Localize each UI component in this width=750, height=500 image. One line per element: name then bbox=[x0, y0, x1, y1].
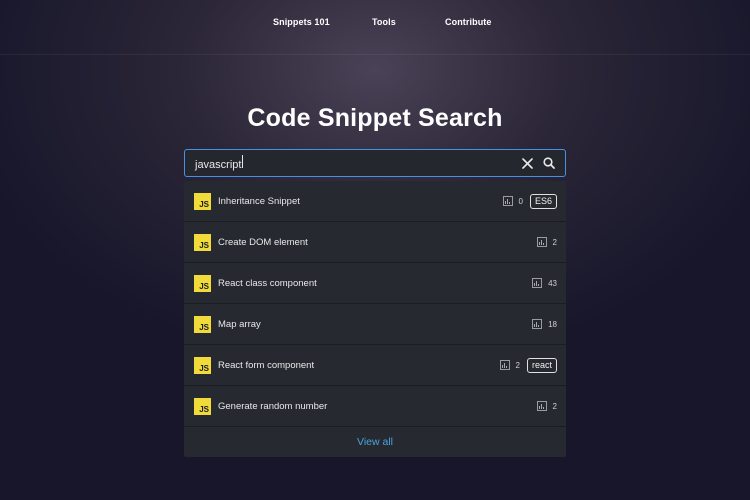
javascript-icon: JS bbox=[194, 274, 211, 292]
bar-chart-icon bbox=[499, 360, 510, 370]
bar-chart-icon bbox=[536, 237, 547, 247]
result-title: Generate random number bbox=[218, 400, 328, 412]
result-title: Create DOM element bbox=[218, 236, 308, 248]
usage-count: 43 bbox=[548, 278, 557, 288]
view-all-link[interactable]: View all bbox=[184, 427, 566, 457]
tag-badge[interactable]: react bbox=[526, 357, 557, 373]
result-title: React class component bbox=[218, 277, 317, 289]
javascript-icon: JS bbox=[194, 192, 211, 210]
search-results-list: JS Inheritance Snippet 0 ES6 JS Create D… bbox=[184, 181, 566, 457]
list-item[interactable]: JS React form component 2 react bbox=[184, 345, 566, 386]
usage-count: 18 bbox=[548, 319, 557, 329]
nav-link-snippets-101[interactable]: Snippets 101 bbox=[273, 17, 330, 27]
usage-count: 2 bbox=[515, 360, 520, 370]
close-icon[interactable] bbox=[519, 155, 535, 171]
result-title: Map array bbox=[218, 318, 261, 330]
javascript-icon: JS bbox=[194, 397, 211, 415]
javascript-icon: JS bbox=[194, 315, 211, 333]
result-title: Inheritance Snippet bbox=[218, 195, 300, 207]
list-item[interactable]: JS Generate random number 2 bbox=[184, 386, 566, 427]
result-title: React form component bbox=[218, 359, 315, 371]
list-item[interactable]: JS Map array 18 bbox=[184, 304, 566, 345]
javascript-icon: JS bbox=[194, 233, 211, 251]
header-divider bbox=[0, 54, 750, 55]
bar-chart-icon bbox=[502, 196, 513, 206]
top-navigation: Snippets 101 Tools Contribute bbox=[0, 0, 750, 44]
search-icon[interactable] bbox=[541, 155, 557, 171]
usage-count: 2 bbox=[552, 401, 557, 411]
page-title: Code Snippet Search bbox=[247, 104, 503, 132]
list-item[interactable]: JS Create DOM element 2 bbox=[184, 222, 566, 263]
bar-chart-icon bbox=[536, 401, 547, 411]
bar-chart-icon bbox=[532, 319, 543, 329]
search-input[interactable]: javascript bbox=[195, 155, 513, 171]
search-input-value: javascript bbox=[195, 159, 242, 171]
usage-count: 2 bbox=[552, 237, 557, 247]
tag-badge[interactable]: ES6 bbox=[529, 193, 557, 209]
javascript-icon: JS bbox=[194, 356, 211, 374]
list-item[interactable]: JS Inheritance Snippet 0 ES6 bbox=[184, 181, 566, 222]
usage-count: 0 bbox=[518, 196, 523, 206]
text-caret bbox=[242, 155, 244, 168]
nav-link-contribute[interactable]: Contribute bbox=[445, 17, 492, 27]
nav-link-tools[interactable]: Tools bbox=[372, 17, 396, 27]
list-item[interactable]: JS React class component 43 bbox=[184, 263, 566, 304]
bar-chart-icon bbox=[532, 278, 543, 288]
search-box: javascript bbox=[184, 149, 566, 177]
